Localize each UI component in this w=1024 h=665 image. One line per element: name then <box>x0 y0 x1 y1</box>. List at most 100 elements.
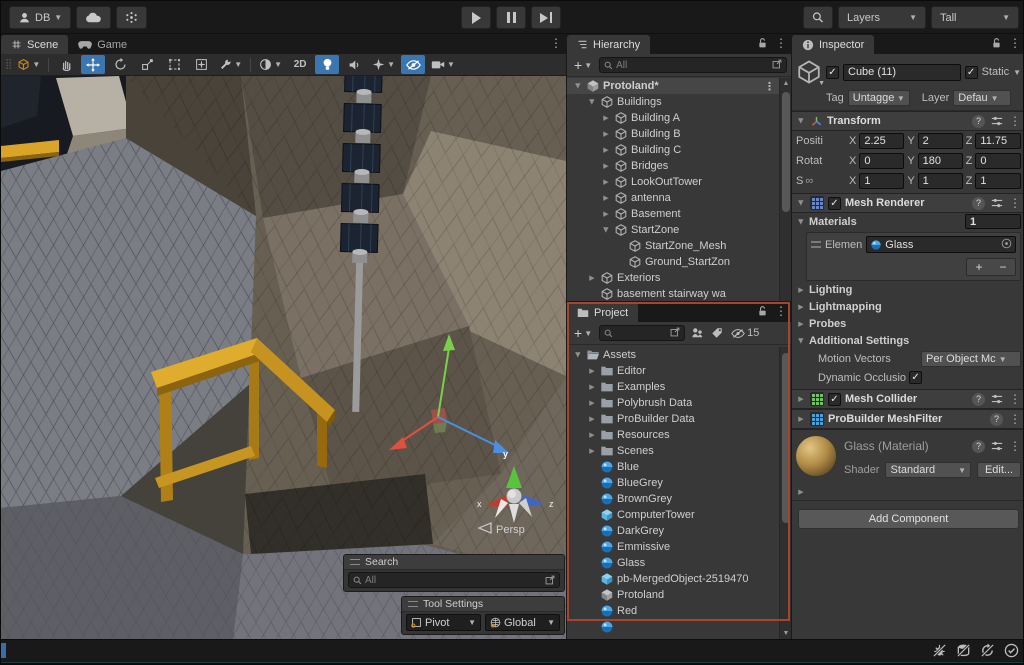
tree-row[interactable]: BrownGrey <box>567 491 779 507</box>
edit-shader-button[interactable]: Edit... <box>977 462 1021 478</box>
mesh-renderer-header[interactable]: ▶ ✓ Mesh Renderer ? ⋮ <box>792 193 1024 213</box>
foldout-collapsed-icon[interactable]: ▶ <box>796 415 806 423</box>
tree-row[interactable]: DarkGrey <box>567 523 779 539</box>
position-x-field[interactable]: 2.25 <box>859 133 904 149</box>
foldout-collapsed-icon[interactable]: ▶ <box>796 286 806 294</box>
probes-foldout[interactable]: Probes <box>809 318 846 330</box>
rotation-y-field[interactable]: 180 <box>918 153 963 169</box>
scale-tool-button[interactable] <box>135 55 159 74</box>
rect-tool-button[interactable] <box>162 55 186 74</box>
tree-row[interactable]: ▶Scenes <box>567 443 779 459</box>
remove-element-button[interactable]: − <box>991 259 1015 275</box>
tree-row[interactable]: ComputerTower <box>567 507 779 523</box>
foldout-collapsed-icon[interactable]: ▶ <box>587 274 597 282</box>
kebab-icon[interactable]: ⋮ <box>1009 37 1021 49</box>
open-search-window-icon[interactable] <box>670 327 680 340</box>
kebab-icon[interactable]: ⋮ <box>764 80 779 93</box>
refresh-slash-icon[interactable] <box>980 643 995 658</box>
tree-row[interactable]: ▶Assets <box>567 347 779 363</box>
cloud-button[interactable] <box>76 6 111 29</box>
services-button[interactable] <box>116 6 147 29</box>
mesh-collider-header[interactable]: ▶ ✓ Mesh Collider ? ⋮ <box>792 389 1024 409</box>
lock-icon[interactable] <box>757 37 768 49</box>
foldout-collapsed-icon[interactable]: ▶ <box>601 114 611 122</box>
tree-row[interactable]: ▶Examples <box>567 379 779 395</box>
hierarchy-create-dropdown[interactable]: +▼ <box>571 57 595 73</box>
foldout-collapsed-icon[interactable]: ▶ <box>601 194 611 202</box>
motion-vectors-dropdown[interactable]: Per Object Mc▼ <box>921 351 1021 367</box>
global-mode-dropdown[interactable]: Global ▼ <box>485 614 560 631</box>
play-button[interactable] <box>461 6 491 29</box>
transform-tool-button[interactable] <box>189 55 213 74</box>
overlay-drag-handle[interactable] <box>350 559 360 565</box>
kebab-icon[interactable]: ⋮ <box>550 37 562 49</box>
foldout-expanded-icon[interactable]: ▶ <box>602 225 610 235</box>
foldout-collapsed-icon[interactable]: ▶ <box>601 178 611 186</box>
tab-scene[interactable]: Scene <box>1 35 68 54</box>
open-search-window-icon[interactable] <box>772 59 782 72</box>
hierarchy-scrollbar[interactable]: ▲ <box>779 78 791 301</box>
lightmapping-foldout[interactable]: Lightmapping <box>809 301 882 313</box>
foldout-collapsed-icon[interactable]: ▶ <box>587 415 597 423</box>
foldout-collapsed-icon[interactable]: ▶ <box>796 303 806 311</box>
project-search-input[interactable] <box>599 325 685 341</box>
kebab-icon[interactable]: ⋮ <box>1009 197 1021 209</box>
tree-row[interactable]: Blue <box>567 459 779 475</box>
kebab-icon[interactable]: ⋮ <box>775 305 787 317</box>
scale-y-field[interactable]: 1 <box>918 173 963 189</box>
foldout-collapsed-icon[interactable]: ▶ <box>587 367 597 375</box>
hidden-count-toggle[interactable]: 15 <box>729 327 761 339</box>
tree-row[interactable]: ▶Resources <box>567 427 779 443</box>
gameobject-name-field[interactable]: Cube (11) <box>843 64 961 81</box>
layers-dropdown[interactable]: Layers ▼ <box>838 6 926 29</box>
pivot-mode-dropdown[interactable]: Pivot ▼ <box>406 614 481 631</box>
foldout-collapsed-icon[interactable]: ▶ <box>587 447 597 455</box>
scene-search-input[interactable]: All <box>348 572 560 588</box>
static-dropdown-icon[interactable]: ▼ <box>1013 68 1021 77</box>
tree-row[interactable]: pb-MergedObject-2519470 <box>567 571 779 587</box>
bug-slash-icon[interactable] <box>932 643 947 658</box>
position-y-field[interactable]: 2 <box>918 133 963 149</box>
layer-dropdown[interactable]: Defau▼ <box>953 90 1011 106</box>
lighting-foldout[interactable]: Lighting <box>809 284 852 296</box>
tree-row[interactable]: ▶LookOutTower <box>567 174 779 190</box>
tab-inspector[interactable]: Inspector <box>792 35 874 54</box>
rotation-z-field[interactable]: 0 <box>975 153 1021 169</box>
toolbar-drag-handle[interactable]: ⣿ <box>5 59 11 70</box>
help-icon[interactable]: ? <box>990 413 1003 426</box>
foldout-collapsed-icon[interactable]: ▶ <box>587 399 597 407</box>
foldout-collapsed-icon[interactable]: ▶ <box>796 395 806 403</box>
transform-header[interactable]: ▶ Transform ? ⋮ <box>792 111 1024 131</box>
foldout-collapsed-icon[interactable]: ▶ <box>587 383 597 391</box>
layout-dropdown[interactable]: Tall ▼ <box>931 6 1019 29</box>
active-checkbox[interactable]: ✓ <box>826 66 839 79</box>
scene-visibility-toggle[interactable] <box>401 55 425 74</box>
dynamic-occlusion-checkbox[interactable]: ✓ <box>909 371 922 384</box>
hierarchy-search-input[interactable]: All <box>599 57 787 73</box>
tree-row[interactable]: ▶Editor <box>567 363 779 379</box>
project-scrollbar[interactable]: ▼ <box>779 347 791 639</box>
tree-row[interactable]: Emmissive <box>567 539 779 555</box>
tree-row[interactable]: ▶Building C <box>567 142 779 158</box>
tag-dropdown[interactable]: Untagge▼ <box>848 90 910 106</box>
presets-icon[interactable] <box>991 440 1003 452</box>
tool-handle-dropdown[interactable]: ▼ <box>14 55 43 74</box>
tree-row[interactable]: ▶Bridges <box>567 158 779 174</box>
tree-row[interactable]: Protoland <box>567 587 779 603</box>
help-icon[interactable]: ? <box>972 197 985 210</box>
kebab-icon[interactable]: ⋮ <box>1009 393 1021 405</box>
step-button[interactable] <box>531 6 561 29</box>
tree-row[interactable]: ▶Basement <box>567 206 779 222</box>
lock-icon[interactable] <box>757 305 768 317</box>
foldout-collapsed-icon[interactable]: ▶ <box>601 162 611 170</box>
tree-row[interactable]: ▶antenna <box>567 190 779 206</box>
shading-mode-dropdown[interactable]: ▼ <box>256 55 285 74</box>
account-dropdown[interactable]: DB ▼ <box>9 6 71 29</box>
tree-row[interactable]: StartZone_Mesh <box>567 238 779 254</box>
tree-row[interactable]: ▶Exteriors <box>567 270 779 286</box>
effects-dropdown[interactable]: ▼ <box>369 55 398 74</box>
foldout-expanded-icon[interactable]: ▶ <box>574 81 582 91</box>
foldout-collapsed-icon[interactable]: ▶ <box>601 210 611 218</box>
kebab-icon[interactable]: ⋮ <box>775 37 787 49</box>
foldout-collapsed-icon[interactable]: ▶ <box>601 146 611 154</box>
